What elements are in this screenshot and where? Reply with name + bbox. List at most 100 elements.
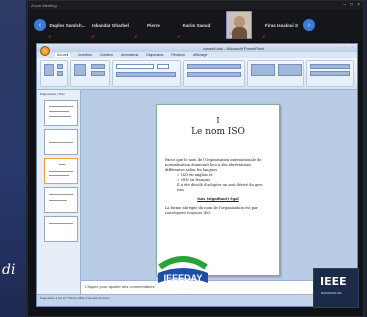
- close-icon[interactable]: ×: [351, 45, 354, 51]
- slide-emphasis: Isos (signifiant) égal: [197, 197, 239, 201]
- ribbon-group-paragraph: [183, 60, 245, 87]
- slide-thumbnail[interactable]: [44, 129, 78, 155]
- thumbnail-line: [49, 111, 69, 112]
- next-participants-button[interactable]: ›: [303, 19, 315, 31]
- minimize-icon[interactable]: –: [343, 2, 346, 8]
- ribbon-group-slides: [69, 60, 110, 87]
- participant-tile[interactable]: Firas Issaloui S ✕: [260, 9, 303, 41]
- participant-tile[interactable]: Iskandar Gharbel ✕: [89, 9, 132, 41]
- tab-insertion[interactable]: Insertion: [78, 53, 91, 57]
- meeting-title: Zoom Meeting: [31, 2, 57, 8]
- tab-revision[interactable]: Révision: [171, 53, 184, 57]
- close-icon[interactable]: ×: [357, 2, 360, 8]
- participant-body: [232, 27, 247, 39]
- participant-video-tile[interactable]: ✕: [226, 11, 252, 39]
- font-name-field[interactable]: [115, 64, 154, 69]
- mic-muted-icon: ✕: [91, 34, 95, 39]
- cut-icon[interactable]: [57, 64, 63, 69]
- align-icons[interactable]: [187, 72, 242, 77]
- logo-text: IEEEDAY: [164, 273, 203, 283]
- mic-muted-icon: ✕: [177, 34, 181, 39]
- slide-body[interactable]: Parce que le nom de l'Organisation inter…: [165, 158, 271, 216]
- ribbon-group-drawing: [246, 60, 305, 87]
- window-controls: – □ ×: [343, 2, 360, 8]
- thumbnail-line: [49, 175, 69, 176]
- office-button[interactable]: [40, 46, 50, 56]
- slide-bullet-text: OIN en français: [181, 178, 211, 182]
- ribbon: [37, 58, 357, 90]
- participant-name: Iskandar Gharbel: [92, 22, 129, 28]
- ribbon-group-clipboard: [40, 60, 68, 87]
- slide-closing: La forme abrégée du nom de l'organisatio…: [165, 206, 258, 215]
- meeting-titlebar: Zoom Meeting – □ ×: [28, 1, 363, 9]
- participant-tile[interactable]: Pierre ✕: [132, 9, 175, 41]
- thumbnail-line: [49, 142, 73, 143]
- minimize-icon[interactable]: –: [337, 45, 340, 51]
- maximize-icon[interactable]: □: [350, 2, 353, 8]
- ieeeday-logo: IEEEDAY · · · · · · ·: [158, 256, 208, 291]
- mic-muted-icon: ✕: [262, 34, 266, 39]
- slide-thumbnail[interactable]: [44, 100, 78, 126]
- tab-accueil[interactable]: Accueil: [55, 53, 71, 57]
- reset-icon[interactable]: [90, 71, 105, 76]
- thumbnail-line: [49, 223, 73, 224]
- participant-name: Karim Saoud: [182, 22, 211, 28]
- thumbnail-line: [59, 164, 65, 165]
- participant-name: Duplex Samlch...: [49, 22, 86, 28]
- thumbnail-line: [49, 200, 67, 201]
- slide-thumbnails-pane: Diapositives | Plan: [37, 90, 81, 294]
- ribbon-group-editing: [306, 60, 354, 87]
- powerpoint-title: conseil.doc - Microsoft PowerPoint: [202, 45, 265, 51]
- paste-icon[interactable]: [44, 64, 54, 76]
- new-slide-icon[interactable]: [73, 64, 86, 76]
- background-script-text: di: [2, 262, 16, 278]
- current-slide[interactable]: I Le nom ISO Parce que le nom de l'Organ…: [156, 104, 280, 276]
- maximize-icon[interactable]: □: [344, 45, 347, 51]
- status-bar: Diapositive 4 sur 16 Thème Office França…: [37, 294, 357, 306]
- tab-creation[interactable]: Création: [100, 53, 113, 57]
- logo-subtext: · · · · · · ·: [177, 287, 189, 291]
- find-icon[interactable]: [310, 64, 351, 69]
- tab-diaporama[interactable]: Diaporama: [146, 53, 163, 57]
- copy-icon[interactable]: [57, 71, 63, 76]
- slide-title[interactable]: Le nom ISO: [157, 127, 279, 137]
- logo-arc: [158, 256, 208, 270]
- screenshot: di Zoom Meeting – □ × ‹ Duplex Samlch...…: [0, 0, 367, 317]
- previous-participants-button[interactable]: ‹: [34, 19, 46, 31]
- tab-animations[interactable]: Animations: [121, 53, 138, 57]
- thumbnails-tabs[interactable]: Diapositives | Plan: [40, 92, 77, 97]
- replace-icon[interactable]: [310, 71, 351, 76]
- ieee-logo-subtext: MANOUBA SB: [321, 291, 342, 295]
- thumbnail-line: [49, 171, 73, 172]
- slide-thumbnail-selected[interactable]: [44, 158, 78, 184]
- list-icons[interactable]: [187, 64, 242, 69]
- thumbnail-line: [49, 106, 73, 107]
- ribbon-group-font: [111, 60, 182, 87]
- tab-affichage[interactable]: Affichage: [193, 53, 208, 57]
- participant-name: Pierre: [147, 22, 160, 28]
- powerpoint-window-controls: – □ ×: [337, 45, 354, 51]
- layout-icon[interactable]: [90, 64, 105, 69]
- participant-tile[interactable]: Duplex Samlch... ✕: [46, 9, 89, 41]
- ieee-branch-logo: IEEE MANOUBA SB: [313, 268, 359, 308]
- powerpoint-titlebar: conseil.doc - Microsoft PowerPoint – □ ×: [37, 44, 357, 56]
- font-format-icons[interactable]: [115, 72, 176, 77]
- slide-decision: Il a été décidé d'adopter un mot dérivé …: [177, 183, 264, 192]
- mic-muted-icon: ✕: [229, 31, 233, 36]
- slide-number: I: [216, 116, 220, 125]
- arrange-icon[interactable]: [277, 64, 302, 76]
- mic-muted-icon: ✕: [48, 34, 52, 39]
- background-panel: di: [0, 0, 26, 317]
- slide-thumbnail[interactable]: [44, 187, 78, 213]
- shapes-icon[interactable]: [250, 64, 275, 76]
- slide-paragraph: Parce que le nom de l'Organisation inter…: [165, 158, 262, 172]
- slide-thumbnail[interactable]: [44, 216, 78, 242]
- slide-bullet-text: ISO en anglais et: [181, 173, 213, 177]
- participant-strip: ‹ Duplex Samlch... ✕ Iskandar Gharbel ✕ …: [28, 9, 363, 41]
- participant-tile[interactable]: Karim Saoud ✕: [175, 9, 218, 41]
- mic-muted-icon: ✕: [134, 34, 138, 39]
- font-size-field[interactable]: [156, 64, 169, 69]
- slide-editing-area[interactable]: I Le nom ISO Parce que le nom de l'Organ…: [81, 90, 357, 294]
- ieee-logo-text: IEEE: [320, 275, 347, 288]
- participant-name: Firas Issaloui S: [264, 22, 298, 28]
